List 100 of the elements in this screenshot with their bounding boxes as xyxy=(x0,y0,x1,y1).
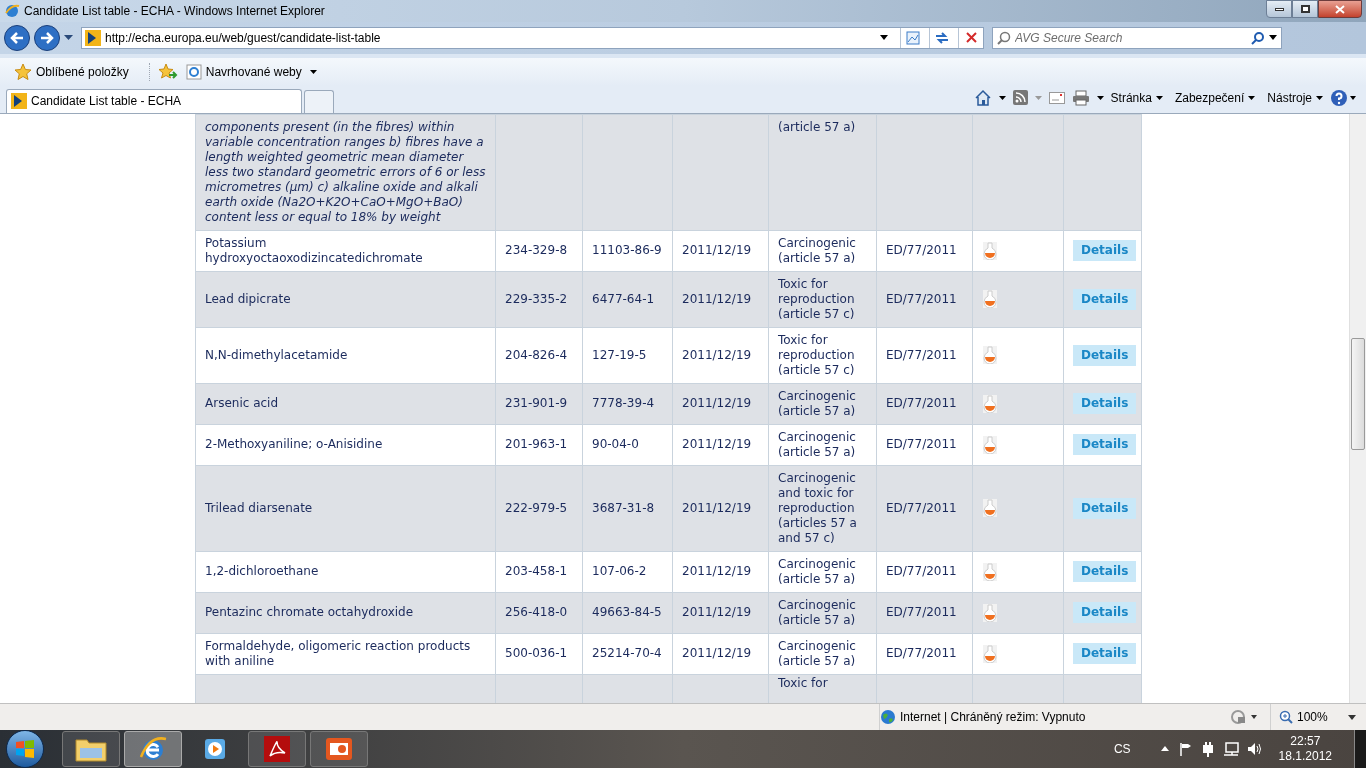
flask-icon xyxy=(983,241,997,260)
home-icon[interactable] xyxy=(973,88,992,107)
substance-name: Trilead diarsenate xyxy=(205,500,313,515)
flask-icon xyxy=(983,603,997,622)
scrollbar[interactable] xyxy=(1349,113,1366,704)
browser-tab[interactable]: Candidate List table - ECHA xyxy=(6,88,302,113)
inclusion-reason: Carcinogenic (article 57 a) xyxy=(778,556,856,586)
dropdown-icon[interactable] xyxy=(880,35,888,41)
menu-button[interactable]: Zabezpečení xyxy=(1174,88,1256,107)
folder-taskbar-icon[interactable] xyxy=(62,730,120,767)
inclusion-reason: Carcinogenic (article 57 a) xyxy=(778,388,856,418)
add-favorite-icon[interactable] xyxy=(157,62,178,81)
inclusion-date: 2011/12/19 xyxy=(682,605,752,620)
dropdown-icon[interactable] xyxy=(64,35,73,41)
pdf-reader-taskbar-icon[interactable] xyxy=(248,730,306,767)
flask-icon xyxy=(983,290,997,309)
cas-number: 107-06-2 xyxy=(592,564,647,579)
close-button[interactable] xyxy=(1318,0,1362,18)
browser-logo-icon xyxy=(4,2,20,19)
dropdown-icon[interactable] xyxy=(1269,35,1277,41)
network-icon[interactable] xyxy=(1222,741,1239,756)
inclusion-reason: Toxic for reproduction (article 57 c) xyxy=(778,276,855,321)
start-button[interactable] xyxy=(6,729,44,768)
inclusion-date: 2011/12/19 xyxy=(682,291,752,306)
substance-name: Arsenic acid xyxy=(205,396,279,411)
mail-icon[interactable] xyxy=(1048,91,1065,104)
forward-arrow-icon xyxy=(40,31,54,44)
zoom-icon xyxy=(1279,710,1293,724)
search-input[interactable]: AVG Secure Search xyxy=(1015,28,1247,47)
substance-name: N,N-dimethylacetamide xyxy=(205,347,348,362)
inclusion-reason: Carcinogenic (article 57 a) xyxy=(778,429,856,459)
flask-icon xyxy=(983,562,997,581)
clock[interactable]: 22:57 18.1.2012 xyxy=(1278,733,1332,764)
substance-name: Potassium hydroxyoctaoxodizincatedichromate xyxy=(205,235,423,265)
page-chart-icon xyxy=(906,30,920,45)
volume-icon[interactable] xyxy=(1246,741,1263,756)
forward-button[interactable] xyxy=(34,24,60,51)
caret-icon xyxy=(1155,95,1163,100)
menu-button[interactable]: Nástroje xyxy=(1267,88,1323,107)
suggested-sites-button[interactable]: Navrhované weby xyxy=(185,62,317,81)
show-desktop-button[interactable] xyxy=(1354,729,1366,768)
ec-number: 222-979-5 xyxy=(505,500,568,515)
zoom-control[interactable]: 100% xyxy=(1270,704,1356,730)
power-plug-icon[interactable] xyxy=(1200,740,1215,757)
presentation-taskbar-icon[interactable] xyxy=(310,730,368,767)
cas-number: 25214-70-4 xyxy=(592,646,662,661)
search-icon[interactable] xyxy=(1251,30,1265,45)
help-icon[interactable] xyxy=(1330,88,1358,107)
inclusion-date: 2011/12/19 xyxy=(682,243,752,258)
inclusion-reason: Carcinogenic (article 57 a) xyxy=(778,638,856,668)
decision-number: ED/77/2011 xyxy=(886,500,957,515)
window-title: Candidate List table - ECHA - Windows Internet Explorer xyxy=(24,2,325,20)
cas-number: 127-19-5 xyxy=(592,347,647,362)
back-button[interactable] xyxy=(4,24,30,51)
ec-number: 500-036-1 xyxy=(505,646,568,661)
decision-number: ED/77/2011 xyxy=(886,347,957,362)
rss-feed-icon[interactable] xyxy=(1012,90,1028,106)
show-hidden-icons-icon[interactable] xyxy=(1160,746,1169,752)
menu-button[interactable]: Stránka xyxy=(1110,88,1163,107)
print-icon[interactable] xyxy=(1071,89,1090,106)
search-field[interactable]: AVG Secure Search xyxy=(992,26,1282,49)
ec-number: 234-329-8 xyxy=(505,243,568,258)
restore-button[interactable] xyxy=(1292,0,1318,18)
pdf-icon xyxy=(264,735,290,762)
inclusion-date: 2011/12/19 xyxy=(682,646,752,661)
cas-number: 90-04-0 xyxy=(592,437,639,452)
substance-name: components present (in the fibres) within variable concentration ranges b) fibres have a length weighted geometric mean diameter less two standard geometric errors of 6 or less micrometres (µm) c) alkaline oxide and alkali earth oxide (Na2O+K2O+CaO+MgO+BaO) content less or equal to 18% by weight xyxy=(205,119,486,224)
dropdown-icon[interactable] xyxy=(1096,95,1104,100)
ec-number: 201-963-1 xyxy=(505,437,568,452)
address-field[interactable]: http://echa.europa.eu/web/guest/candidate-list-table xyxy=(81,26,984,49)
ec-number: 203-458-1 xyxy=(505,564,568,579)
flask-icon xyxy=(983,435,997,454)
decision-number: ED/77/2011 xyxy=(886,646,957,661)
browser-taskbar-icon[interactable] xyxy=(124,730,182,767)
inclusion-reason: Carcinogenic (article 57 a) xyxy=(778,597,856,627)
browser-logo-icon xyxy=(138,734,168,763)
language-indicator[interactable]: CS xyxy=(1113,739,1131,758)
inclusion-date: 2011/12/19 xyxy=(682,437,752,452)
cas-number: 6477-64-1 xyxy=(592,291,655,306)
ec-number: 231-901-9 xyxy=(505,396,568,411)
flask-icon xyxy=(983,394,997,413)
flask-icon xyxy=(983,499,997,518)
inclusion-reason: Toxic for xyxy=(778,675,828,690)
flag-icon[interactable] xyxy=(1178,741,1193,756)
substance-name: Formaldehyde, oligomeric reaction products with aniline xyxy=(205,638,471,668)
minimize-button[interactable] xyxy=(1266,0,1292,18)
globe-icon xyxy=(880,709,896,725)
favorites-button[interactable]: Oblíbené položky xyxy=(14,62,150,81)
cas-number: 7778-39-4 xyxy=(592,396,655,411)
close-icon xyxy=(1335,4,1345,14)
ec-number: 204-826-4 xyxy=(505,347,568,362)
flask-icon xyxy=(983,644,997,663)
cas-number: 49663-84-5 xyxy=(592,605,662,620)
security-lock-icon[interactable] xyxy=(1230,709,1258,725)
substance-name: 2-Methoxyaniline; o-Anisidine xyxy=(205,437,383,452)
zone-status: Internet | Chráněný režim: Vypnuto xyxy=(880,708,1230,726)
substance-name: Lead dipicrate xyxy=(205,291,291,306)
star-icon xyxy=(14,62,32,81)
scrollbar-thumb[interactable] xyxy=(1351,337,1365,450)
dropdown-icon[interactable] xyxy=(998,95,1006,100)
